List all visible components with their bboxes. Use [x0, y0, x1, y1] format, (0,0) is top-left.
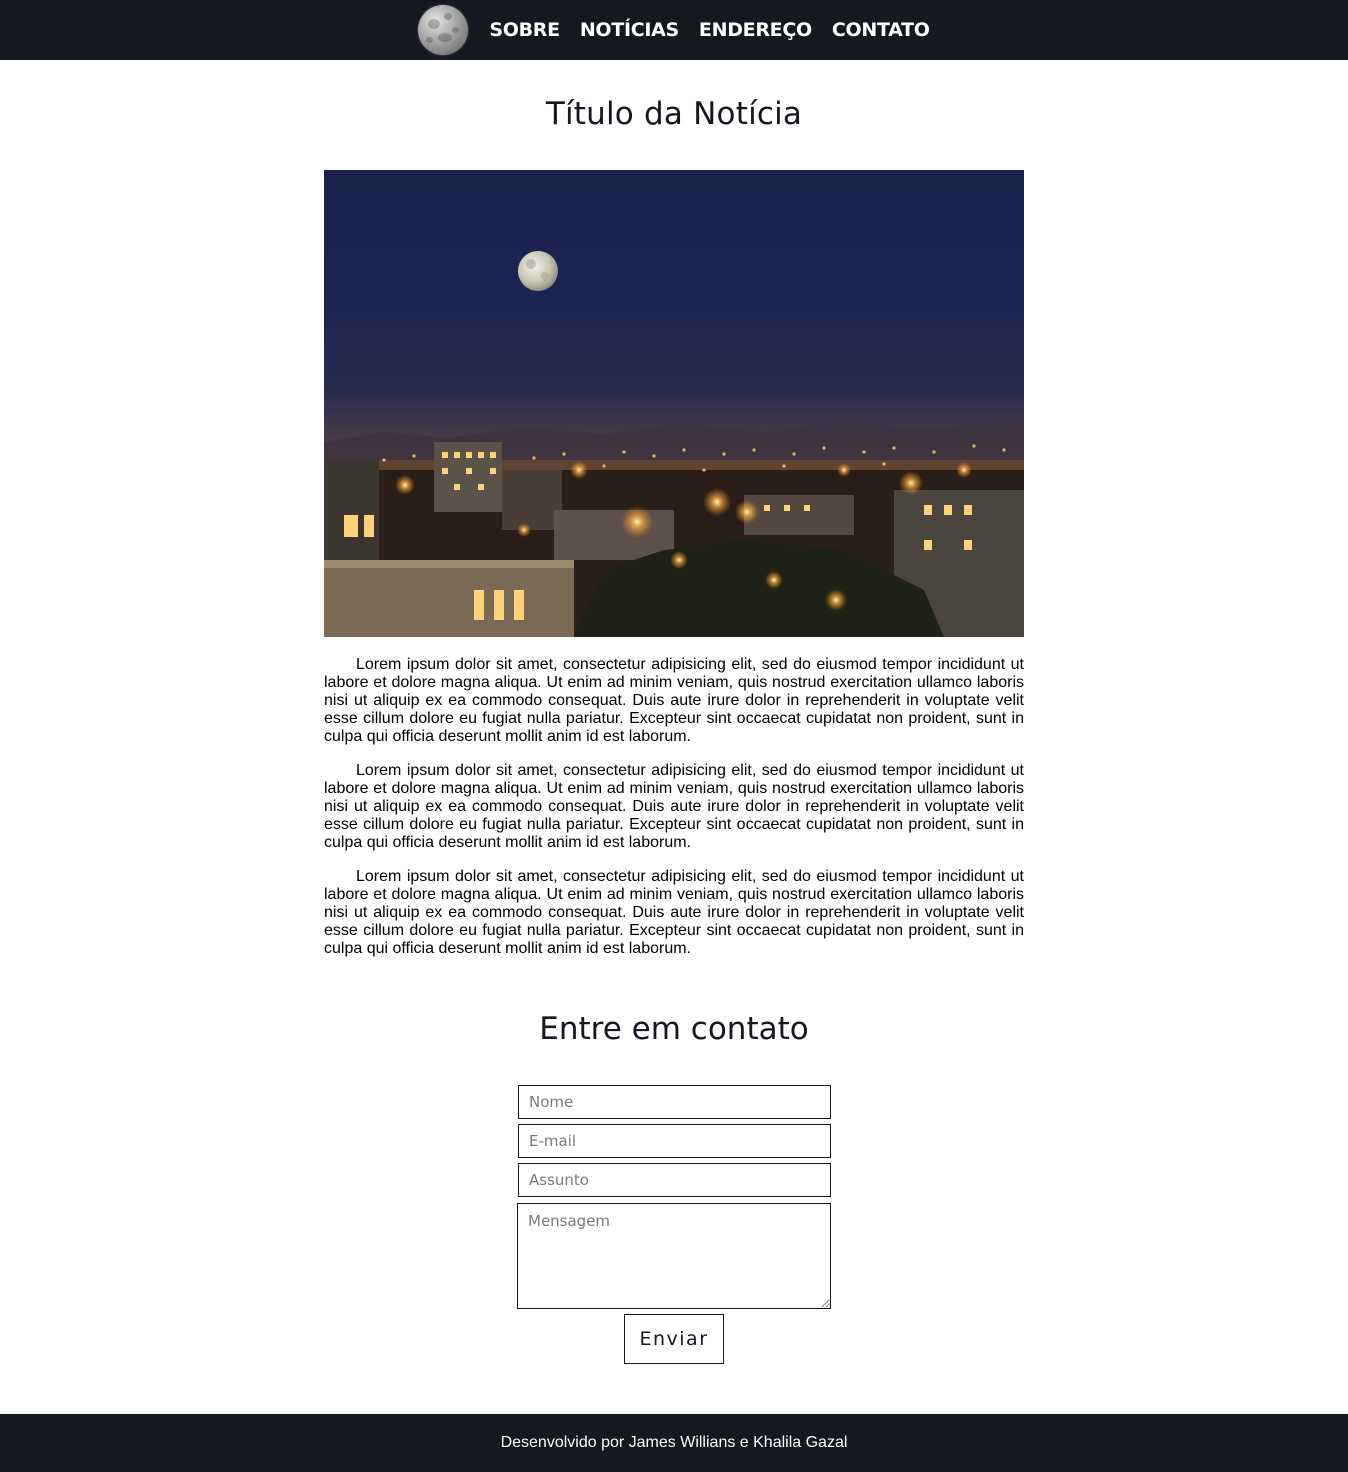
nav-link-sobre[interactable]: SOBRE	[489, 19, 560, 41]
contact-title: Entre em contato	[539, 1011, 809, 1047]
article-paragraph: Lorem ipsum dolor sit amet, consectetur …	[324, 762, 1024, 851]
article-paragraph: Lorem ipsum dolor sit amet, consectetur …	[324, 656, 1024, 745]
name-field[interactable]	[518, 1085, 831, 1119]
article-paragraph: Lorem ipsum dolor sit amet, consectetur …	[324, 868, 1024, 957]
nav-link-noticias[interactable]: NOTÍCIAS	[580, 19, 679, 41]
email-field[interactable]	[518, 1124, 831, 1158]
message-field[interactable]	[517, 1203, 831, 1309]
article-body: Lorem ipsum dolor sit amet, consectetur …	[324, 656, 1024, 974]
article-title: Título da Notícia	[545, 96, 803, 132]
moon-icon[interactable]	[418, 5, 469, 55]
article-image	[324, 170, 1024, 637]
footer-credits: Desenvolvido por James Willians e Khalil…	[500, 1434, 848, 1451]
submit-button[interactable]: Enviar	[624, 1314, 724, 1364]
nav-link-contato[interactable]: CONTATO	[832, 19, 930, 41]
site-header: SOBRE NOTÍCIAS ENDEREÇO CONTATO	[0, 0, 1348, 60]
nav-link-endereco[interactable]: ENDEREÇO	[699, 19, 812, 41]
subject-field[interactable]	[518, 1163, 831, 1197]
main-nav: SOBRE NOTÍCIAS ENDEREÇO CONTATO	[489, 19, 930, 41]
site-footer: Desenvolvido por James Willians e Khalil…	[0, 1414, 1348, 1472]
